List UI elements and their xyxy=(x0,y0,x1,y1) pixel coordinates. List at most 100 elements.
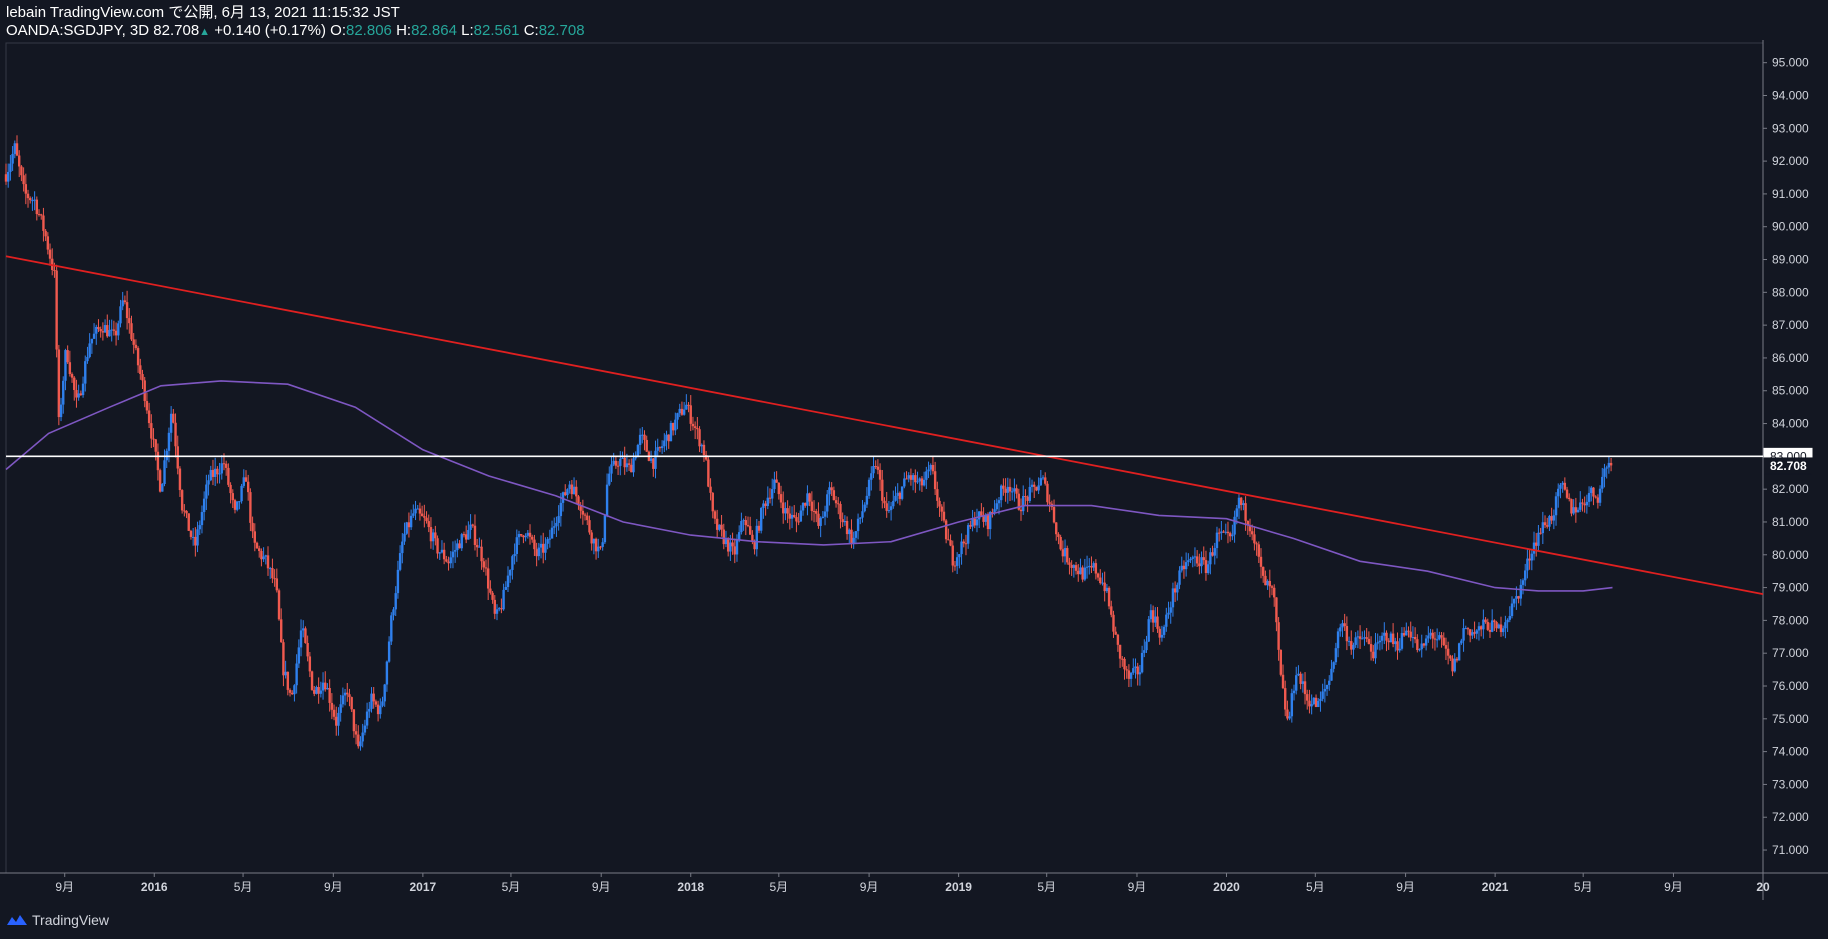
candle-body xyxy=(1493,620,1496,623)
candle-body xyxy=(1479,626,1483,630)
candle-body xyxy=(649,458,653,461)
candle-body xyxy=(1429,632,1432,636)
candle-body xyxy=(1592,487,1595,497)
candle-body xyxy=(958,554,961,558)
candle-body xyxy=(625,463,629,468)
candle-body xyxy=(1341,623,1344,628)
candle-body xyxy=(328,687,331,703)
candle-body xyxy=(700,444,703,447)
x-tick-label: 9月 xyxy=(592,880,611,894)
candle-body xyxy=(1182,565,1186,570)
candle-body xyxy=(682,409,686,415)
candle-body xyxy=(753,542,756,550)
candle-body xyxy=(1513,598,1516,604)
candle-body xyxy=(903,478,906,487)
candle-body xyxy=(1336,631,1340,649)
candle-body xyxy=(1526,558,1529,571)
candle-body xyxy=(255,542,259,549)
candle-body xyxy=(1151,610,1155,623)
candle-body xyxy=(302,628,305,631)
candle-body xyxy=(1398,648,1401,651)
candle-body xyxy=(1070,564,1073,568)
candle-body xyxy=(1149,610,1153,620)
candle-body xyxy=(9,163,12,172)
y-tick-label: 89.000 xyxy=(1772,253,1809,267)
candle-body xyxy=(1449,655,1452,659)
candle-body xyxy=(590,532,593,544)
candle-body xyxy=(925,471,928,480)
x-tick-label: 9月 xyxy=(55,880,74,894)
candle-body xyxy=(456,543,459,551)
candle-body xyxy=(141,374,144,381)
candle-body xyxy=(506,575,510,588)
candle-body xyxy=(398,553,402,570)
candle-body xyxy=(420,513,424,517)
candle-body xyxy=(1570,499,1573,514)
candle-body xyxy=(114,330,118,336)
candle-body xyxy=(1268,580,1272,587)
candle-body xyxy=(1024,496,1027,498)
candle-body xyxy=(663,440,666,447)
candle-body xyxy=(1187,560,1190,563)
price-chart[interactable]: 95.000 94.000 93.000 92.000 91.000 90.000 89.0… xyxy=(0,0,1828,939)
candle-body xyxy=(119,306,122,324)
candle-body xyxy=(297,647,301,664)
candle-body xyxy=(1407,630,1410,632)
candle-body xyxy=(848,529,851,535)
candle-body xyxy=(321,682,325,691)
candle-body xyxy=(1455,658,1459,661)
candle-body xyxy=(1041,477,1045,479)
y-tick-label: 84.000 xyxy=(1772,417,1809,431)
candle-body xyxy=(1347,641,1351,643)
candle-body xyxy=(33,199,36,201)
candle-body xyxy=(346,692,349,695)
candle-body xyxy=(914,475,917,483)
candle-body xyxy=(218,473,221,475)
candle-body xyxy=(1435,639,1439,641)
candle-body xyxy=(539,543,543,548)
candle-body xyxy=(676,413,679,420)
candle-body xyxy=(1568,497,1571,500)
moving-average-line xyxy=(5,380,1613,592)
candle-body xyxy=(1006,486,1009,493)
candle-body xyxy=(500,608,503,610)
candle-body xyxy=(1094,563,1098,574)
x-tick-label: 2020 xyxy=(1213,880,1240,894)
candle-body xyxy=(1138,672,1142,675)
candle-body xyxy=(775,479,778,483)
x-tick-label: 9月 xyxy=(1128,880,1147,894)
candle-body xyxy=(202,498,206,513)
candle-body xyxy=(88,343,91,357)
candle-body xyxy=(1559,484,1562,489)
candle-body xyxy=(136,348,140,366)
candle-body xyxy=(1308,700,1311,707)
candle-body xyxy=(436,538,439,554)
candle-body xyxy=(86,356,89,362)
candle-body xyxy=(205,484,208,499)
candle-body xyxy=(1257,544,1260,557)
candle-body xyxy=(220,463,223,474)
candle-body xyxy=(1165,614,1168,627)
candle-body xyxy=(916,481,919,483)
candle-body xyxy=(740,521,743,533)
candle-body xyxy=(652,458,655,469)
candle-body xyxy=(357,734,360,747)
candle-body xyxy=(1552,515,1556,521)
candle-body xyxy=(121,300,124,307)
candle-body xyxy=(447,561,450,564)
y-tick-label: 81.000 xyxy=(1772,515,1809,529)
candle-body xyxy=(1015,488,1018,494)
candle-body xyxy=(713,511,717,519)
candle-body xyxy=(286,671,290,690)
candle-body xyxy=(568,484,571,490)
candle-body xyxy=(431,532,435,542)
candle-body xyxy=(1101,582,1104,584)
candle-body xyxy=(460,534,463,549)
candle-body xyxy=(1565,489,1569,498)
x-tick-label: 9月 xyxy=(1396,880,1415,894)
candle-body xyxy=(1343,623,1346,627)
candle-body xyxy=(566,489,569,496)
candle-body xyxy=(782,502,785,514)
candle-body xyxy=(1462,628,1465,641)
candle-body xyxy=(1088,565,1091,567)
